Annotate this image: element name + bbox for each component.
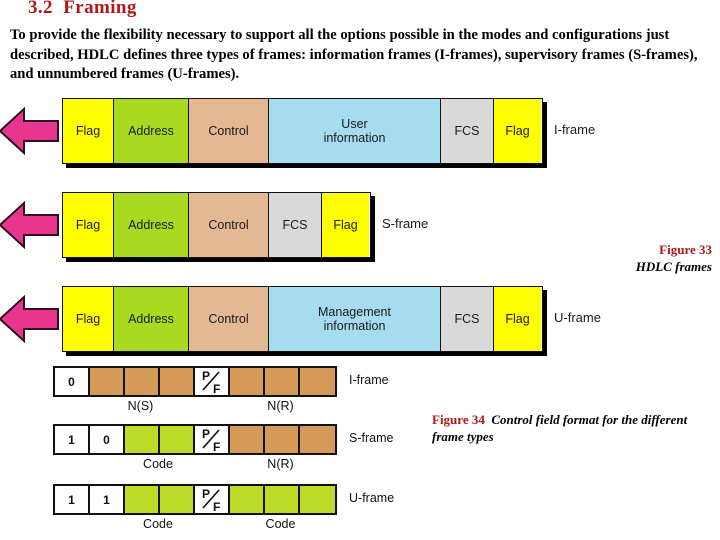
intro-paragraph: To provide the flexibility necessary to … [10, 27, 698, 82]
control-field-label: U-frame [349, 491, 395, 505]
transmission-direction-arrow [0, 104, 60, 158]
svg-text:F: F [213, 382, 220, 395]
control-cell-blank [230, 486, 265, 513]
frame-segment-flag: Flag [63, 99, 114, 163]
figure-33-number: Figure 33 [659, 242, 712, 257]
control-cell-blank [300, 426, 335, 453]
control-field-sublabel: Code [265, 517, 296, 531]
control-field-label: S-frame [349, 431, 394, 445]
frame-segment-flag: Flag [322, 193, 369, 257]
control-cell-pf: PF [195, 368, 230, 395]
control-field-sublabel: N(R) [267, 457, 294, 471]
control-cell-blank [265, 426, 300, 453]
control-cell-blank [125, 486, 160, 513]
frame-segment-fcs: FCS [441, 287, 494, 351]
frame-segment-address: Address [114, 193, 189, 257]
control-field-label: I-frame [349, 373, 389, 387]
frame-segment-fcs: FCS [269, 193, 322, 257]
control-cell-bit: 0 [55, 368, 90, 395]
control-cell-blank [125, 426, 160, 453]
control-field-box: 11 PF [53, 484, 337, 515]
control-cell-blank [265, 368, 300, 395]
svg-text:F: F [213, 440, 220, 453]
frame-segment-flag: Flag [494, 287, 541, 351]
frame-segment-control: Control [189, 193, 269, 257]
control-cell-pf: PF [195, 426, 230, 453]
frame-segment-flag: Flag [494, 99, 541, 163]
control-field-box: 0 PF [53, 366, 337, 397]
figure-33-caption: Figure 33 HDLC frames [636, 241, 712, 275]
control-cell-blank [230, 368, 265, 395]
frame-segment-address: Address [114, 99, 189, 163]
frame-box: Flag Address Control Management information… [62, 286, 543, 352]
frame-box: Flag Address Control User information FCS Fla… [62, 98, 543, 164]
control-cell-bit: 1 [90, 486, 125, 513]
svg-text:P: P [202, 427, 210, 441]
frame-label: I-frame [554, 122, 596, 137]
frame-label: S-frame [382, 216, 429, 231]
control-field-box: 10 PF [53, 424, 337, 455]
control-cell-blank [300, 486, 335, 513]
control-cell-blank [90, 368, 125, 395]
page-title: 3.2 Framing [28, 0, 137, 18]
frame-segment-address: Address [114, 287, 189, 351]
control-cell-bit: 1 [55, 486, 90, 513]
control-cell-blank [265, 486, 300, 513]
control-cell-bit: 0 [90, 426, 125, 453]
figure-33-text: HDLC frames [635, 259, 712, 274]
frame-segment-control: Control [189, 99, 269, 163]
frame-segment-user: User information [269, 99, 441, 163]
control-field-sublabel: N(S) [127, 399, 154, 413]
control-cell-blank [300, 368, 335, 395]
control-field-sublabel: Code [143, 457, 173, 471]
frame-label: U-frame [554, 310, 601, 325]
frame-segment-control: Control [189, 287, 269, 351]
figure-34-number: Figure 34 [432, 412, 485, 427]
control-cell-blank [125, 368, 160, 395]
frame-segment-flag: Flag [63, 193, 114, 257]
transmission-direction-arrow [0, 198, 60, 252]
control-cell-blank [230, 426, 265, 453]
svg-text:F: F [213, 500, 220, 513]
figure-34-caption: Figure 34 Control field format for the d… [432, 411, 716, 445]
control-cell-blank [160, 426, 195, 453]
control-cell-bit: 1 [55, 426, 90, 453]
svg-text:P: P [202, 487, 210, 501]
control-field-sublabel: Code [143, 517, 173, 531]
frame-box: Flag Address Control FCS Flag [62, 192, 371, 258]
control-cell-pf: PF [195, 486, 230, 513]
control-cell-blank [160, 486, 195, 513]
control-field-sublabel: N(R) [267, 399, 294, 413]
transmission-direction-arrow [0, 292, 60, 346]
frame-segment-flag: Flag [63, 287, 114, 351]
control-cell-blank [160, 368, 195, 395]
svg-text:P: P [202, 369, 210, 383]
frame-segment-fcs: FCS [441, 99, 494, 163]
frame-segment-management: Management information [269, 287, 441, 351]
